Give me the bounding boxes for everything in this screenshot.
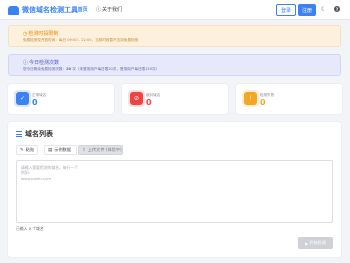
nav-home-label: 首页 [77,7,88,13]
stat-value-normal: 0 [32,98,38,107]
domain-list-heading: 域名列表 [16,129,53,139]
warning-icon: ! [244,92,257,105]
info-circle-icon: ⓘ [23,60,29,66]
tab-upload-label: 上传文件 (体验中) [87,147,122,152]
time-limit-alert: ◷ 检测时段限制 免费检测仅开放时间：每日 09:00 - 22:00，当前时段… [8,25,341,47]
tab-example-data[interactable]: ▤ 示例数据 [44,145,77,155]
stat-value-blocked: 0 [146,98,152,107]
quota-alert-text: 您今日剩余免费检测次数：20 次（未登录用户每日限20次，登录用户每日限150次… [23,67,159,72]
start-check-label: 开始检测 [309,240,326,245]
domain-list-panel: 域名列表 ✎ 粘贴 ▤ 示例数据 ⇪ 上传文件 (体验中) 请输入需要检测的域名… [8,122,341,257]
chat-bubble-icon [8,5,19,15]
upload-icon: ⇪ [82,147,86,153]
quota-alert-title: 今日检测次数 [29,60,60,66]
time-limit-alert-title-row: ◷ 检测时段限制 [23,30,59,38]
nav-home-link[interactable]: ⌂ 首页 [73,6,88,14]
list-icon [16,131,22,137]
time-limit-alert-title: 检测时段限制 [28,31,59,37]
quota-text-prefix: 您今日剩余免费检测次数： [23,67,67,71]
app-title: 微信域名检测工具 [22,6,78,14]
home-icon: ⌂ [73,6,77,13]
domain-count-text: 已输入 0 个域名 [16,226,44,231]
tab-paste[interactable]: ✎ 粘贴 [16,145,38,155]
help-icon[interactable]: ? [334,6,340,12]
check-icon: ✓ [16,92,29,105]
register-button[interactable]: 注册 [298,4,316,16]
tab-paste-label: 粘贴 [25,147,35,152]
play-icon: ▶ [305,240,309,246]
start-check-button[interactable]: ▶ 开始检测 [298,237,333,249]
stat-card-failed: ! 检测失败 0 [236,84,342,114]
paste-icon: ✎ [20,147,24,153]
blocked-icon: ⊘ [130,92,143,105]
nav-about-label: 关于我们 [102,7,123,13]
tab-example-label: 示例数据 [54,147,72,152]
stat-value-failed: 0 [260,98,266,107]
quota-text-suffix: 次（未登录用户每日限20次，登录用户每日限150次） [71,67,160,71]
placeholder-line: www.baidu.com [21,176,52,181]
domain-list-title: 域名列表 [25,130,53,138]
brand[interactable]: 微信域名检测工具 [8,5,78,15]
nav-about-link[interactable]: ⓘ 关于我们 [96,6,122,13]
info-icon: ⓘ [96,7,102,13]
navbar: 微信域名检测工具 ⌂ 首页 ⓘ 关于我们 登录 注册 ☾ ? [0,0,350,20]
quota-alert-title-row: ⓘ 今日检测次数 [23,59,59,66]
time-limit-alert-text: 免费检测仅开放时间：每日 09:00 - 22:00，当前时段暂不支持免费检测 [23,38,139,42]
stat-card-blocked: ⊘ 被封域名 0 [122,84,228,114]
moon-icon[interactable]: ☾ [321,6,326,13]
stat-card-normal: ✓ 正常域名 0 [8,84,114,114]
document-icon: ▤ [48,147,53,153]
domain-input[interactable]: 请输入需要检测的域名，每行一个 例如: www.baidu.com [16,160,333,223]
tab-upload-file[interactable]: ⇪ 上传文件 (体验中) [78,145,123,155]
clock-icon: ◷ [23,30,28,37]
login-button[interactable]: 登录 [276,4,296,16]
quota-alert: ⓘ 今日检测次数 您今日剩余免费检测次数：20 次（未登录用户每日限20次，登录… [8,54,341,76]
